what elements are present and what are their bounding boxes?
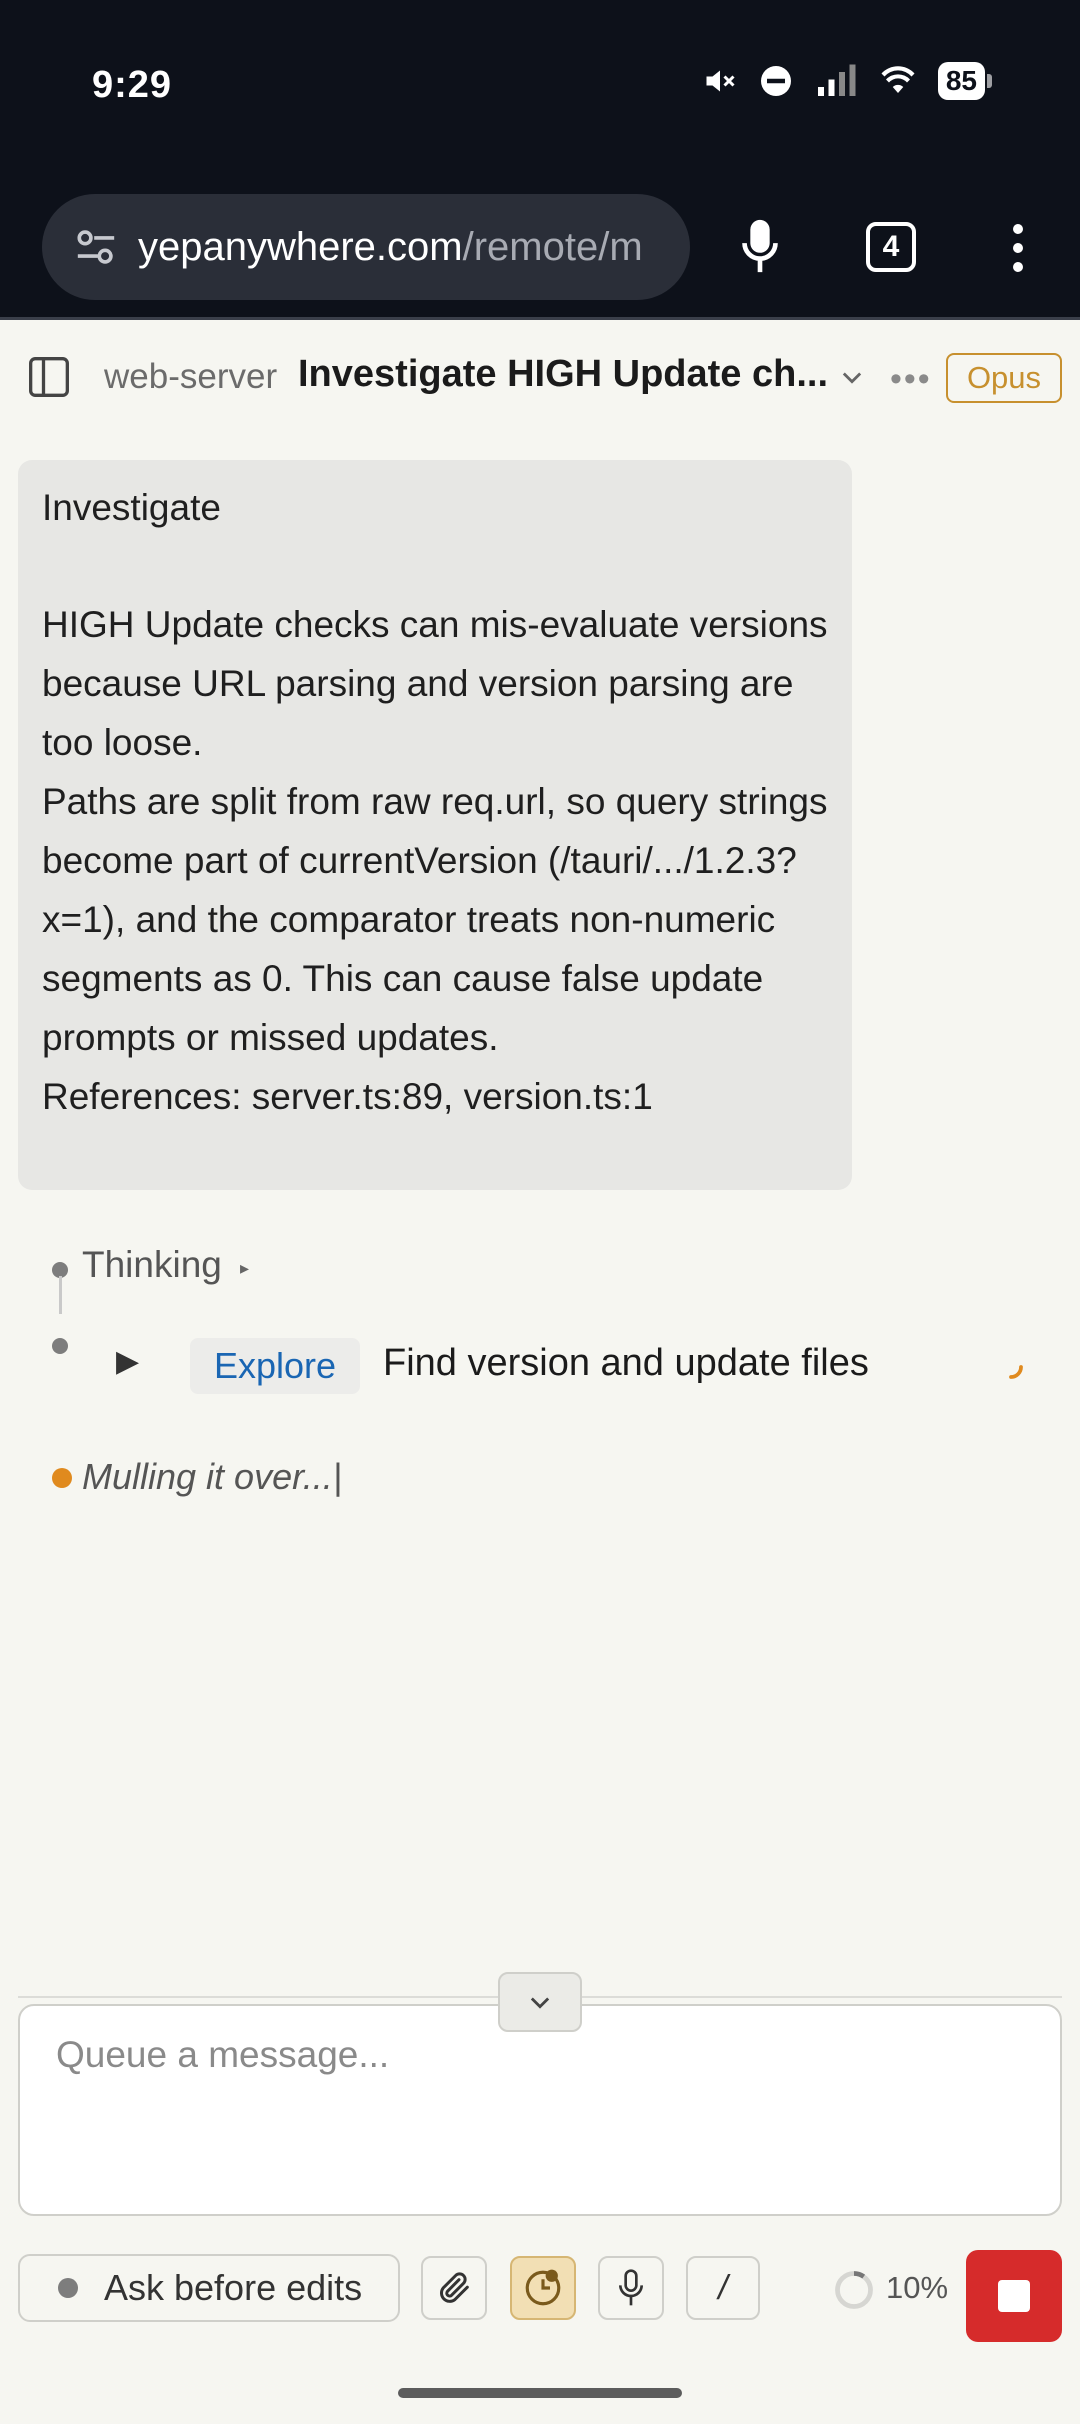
paperclip-icon xyxy=(440,2272,469,2303)
microphone-icon xyxy=(742,219,778,273)
composer-toolbar: Ask before edits / 10% xyxy=(0,2250,1080,2342)
url-domain: yepanywhere.com xyxy=(138,224,463,269)
project-name[interactable]: web-server xyxy=(104,357,277,397)
stop-button[interactable] xyxy=(966,2250,1062,2342)
status-indicator xyxy=(52,1468,72,1488)
session-header: web-server Investigate HIGH Update ch...… xyxy=(0,323,1080,433)
stop-icon xyxy=(998,2280,1030,2312)
thinking-toggle[interactable]: Thinking xyxy=(82,1244,222,1286)
message-input[interactable]: Queue a message... xyxy=(18,2004,1062,2216)
context-usage-icon xyxy=(835,2271,873,2309)
status-text: Mulling it over...| xyxy=(82,1456,343,1497)
address-bar[interactable]: yepanywhere.com/remote/m xyxy=(42,194,690,300)
voice-input-button[interactable] xyxy=(598,2256,664,2320)
slash-icon: / xyxy=(718,2268,728,2307)
url-path: /remote/m xyxy=(462,224,643,269)
tool-name-badge: Explore xyxy=(190,1338,361,1394)
clock-auto-icon xyxy=(525,2269,561,2306)
scroll-down-button[interactable] xyxy=(498,1972,582,2032)
timeline-line xyxy=(59,1276,62,1314)
tool-call-row[interactable]: ▶ Explore Find version and update files xyxy=(0,1330,1080,1400)
wifi-icon xyxy=(881,66,915,93)
browser-toolbar: yepanywhere.com/remote/m 4 xyxy=(0,180,1080,320)
attach-button[interactable] xyxy=(421,2256,487,2320)
slash-command-button[interactable]: / xyxy=(686,2256,760,2320)
permission-mode-button[interactable]: Ask before edits xyxy=(18,2254,400,2322)
voice-search-button[interactable] xyxy=(730,212,790,282)
context-usage-text: 10% xyxy=(886,2270,949,2305)
tab-switcher-button[interactable]: 4 xyxy=(866,222,916,272)
url-text[interactable]: yepanywhere.com/remote/m xyxy=(138,225,643,270)
message-line: Investigate xyxy=(42,487,221,528)
status-bar: 9:29 85 xyxy=(0,0,1080,180)
message-references: References: server.ts:89, version.ts:1 xyxy=(42,1076,653,1117)
user-message: Investigate HIGH Update checks can mis-e… xyxy=(18,460,852,1190)
session-title[interactable]: Investigate HIGH Update ch... xyxy=(298,353,828,396)
chevron-down-icon[interactable] xyxy=(838,363,866,391)
chevron-down-icon xyxy=(530,1997,550,2009)
mute-icon xyxy=(706,70,735,92)
status-icons: 85 xyxy=(702,62,992,100)
status-time: 9:29 xyxy=(92,64,173,106)
message-paragraph: Paths are split from raw req.url, so que… xyxy=(42,781,828,1058)
browser-menu-button[interactable] xyxy=(996,218,1040,278)
mode-dot xyxy=(58,2278,78,2298)
more-options-button[interactable]: ••• xyxy=(890,362,932,396)
dnd-icon xyxy=(760,66,791,96)
permission-mode-label: Ask before edits xyxy=(104,2267,363,2308)
model-badge[interactable]: Opus xyxy=(946,353,1062,403)
loading-spinner-icon xyxy=(1009,1365,1023,1379)
caret-right-icon[interactable]: ▸ xyxy=(240,1258,249,1279)
tool-description: Find version and update files xyxy=(383,1342,869,1384)
signal-icon xyxy=(817,64,856,96)
microphone-icon xyxy=(619,2269,643,2306)
message-paragraph: HIGH Update checks can mis-evaluate vers… xyxy=(42,604,828,763)
expand-arrow-icon[interactable]: ▶ xyxy=(116,1344,139,1379)
battery-level: 85 xyxy=(937,62,985,100)
battery-icon: 85 xyxy=(937,62,992,100)
sidebar-toggle-icon[interactable] xyxy=(26,355,72,399)
site-settings-icon[interactable] xyxy=(64,215,128,279)
auto-schedule-button[interactable] xyxy=(510,2256,576,2320)
home-indicator[interactable] xyxy=(398,2388,682,2398)
